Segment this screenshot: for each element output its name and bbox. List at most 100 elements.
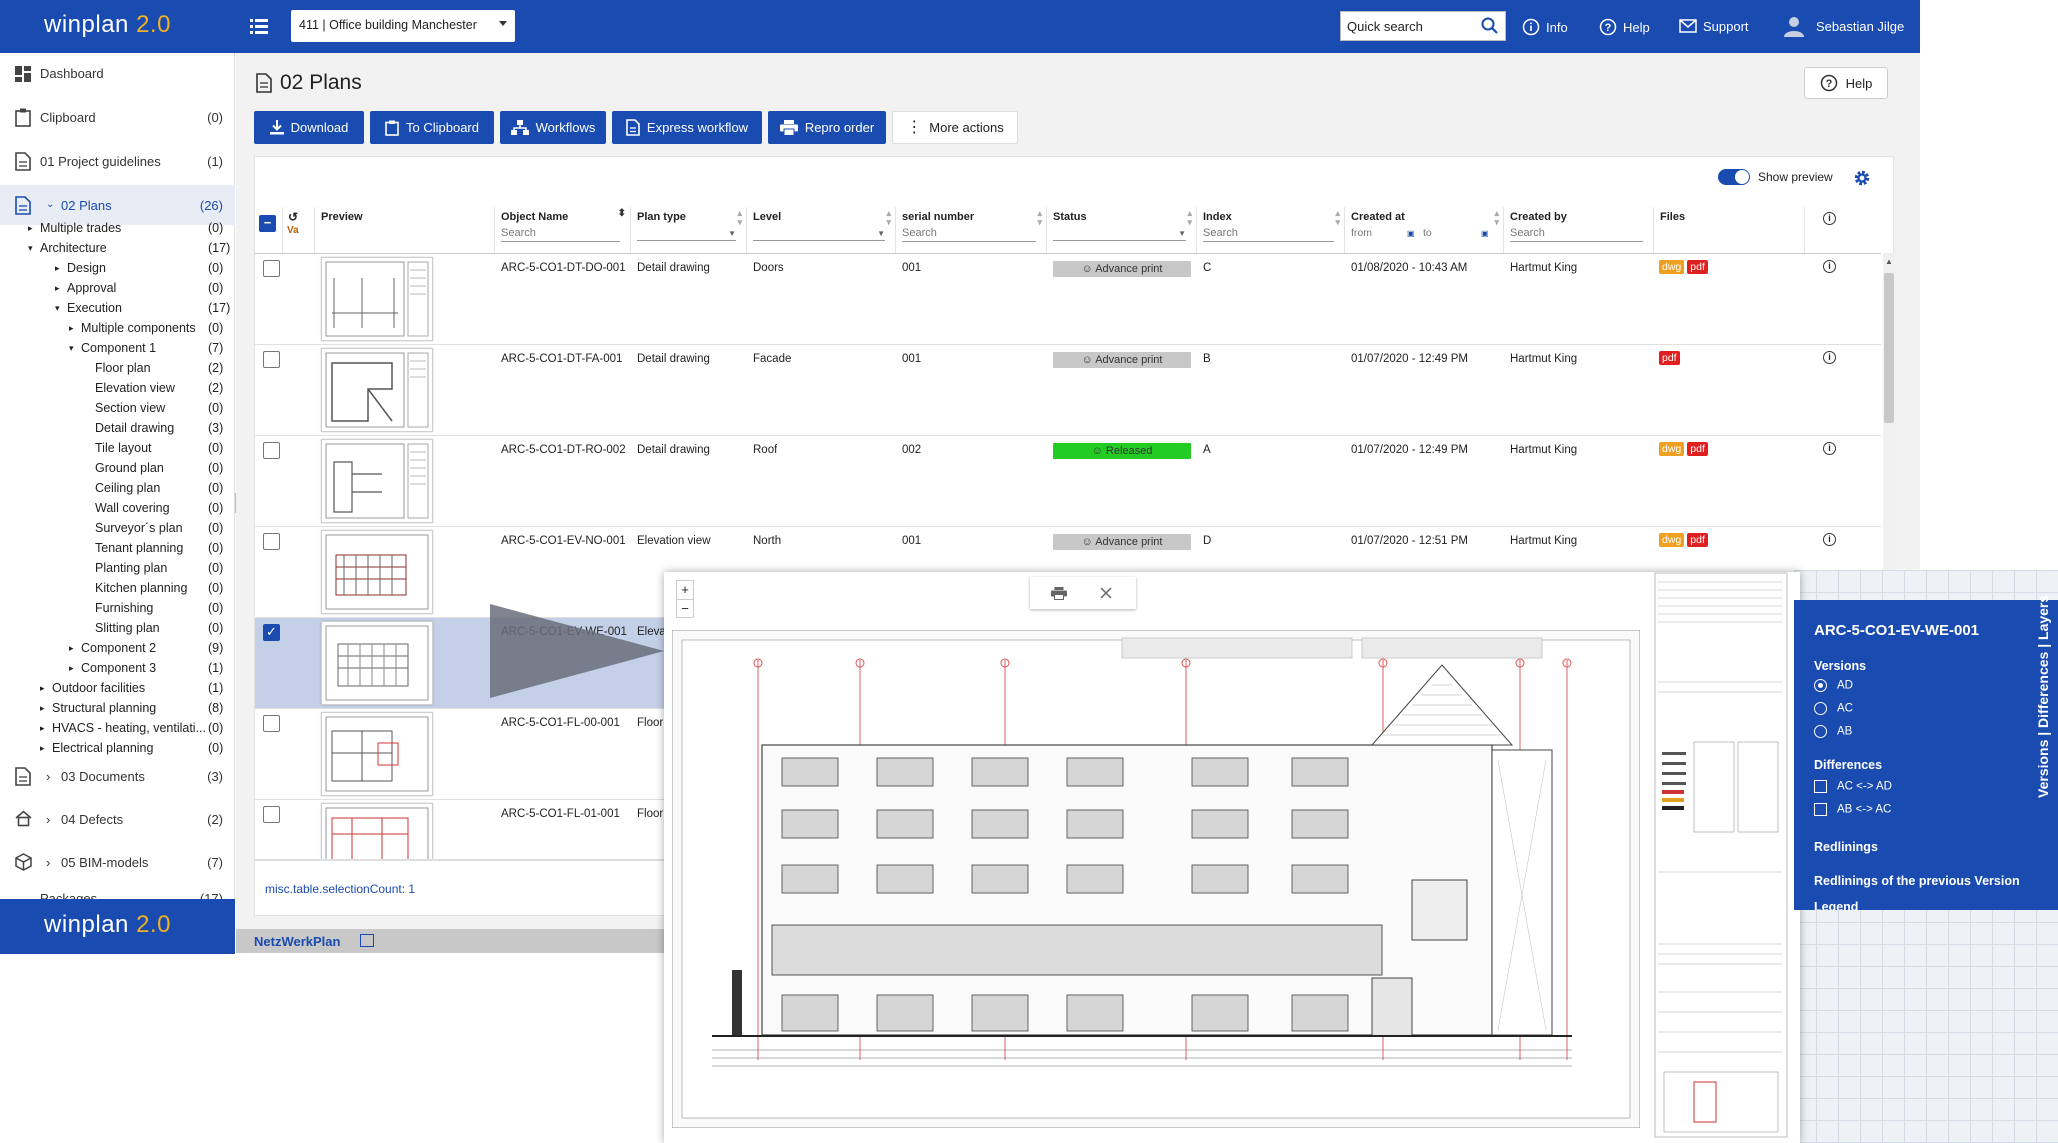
tree-item[interactable]: Wall covering — [95, 499, 170, 517]
created-by-search-input[interactable]: Search — [1510, 227, 1643, 242]
sidebar-item-dashboard[interactable]: Dashboard — [0, 53, 235, 93]
column-header-created-by[interactable]: Created by Search — [1504, 207, 1654, 253]
plan-preview-thumbnail[interactable] — [321, 712, 433, 796]
row-checkbox[interactable] — [263, 533, 280, 550]
tree-item[interactable]: ▸ HVACS - heating, ventilati... — [40, 719, 206, 737]
index-search-input[interactable]: Search — [1203, 227, 1334, 242]
calendar-icon[interactable]: ▣ — [1481, 229, 1489, 238]
close-icon[interactable] — [1100, 587, 1112, 599]
scroll-up-icon[interactable]: ▲ — [1885, 257, 1893, 266]
quick-search-input[interactable]: Quick search — [1340, 11, 1506, 41]
user-menu[interactable]: Sebastian Jilge — [1782, 14, 1904, 38]
table-row[interactable]: ARC-5-CO1-DT-RO-002 Detail drawing Roof … — [255, 436, 1881, 527]
show-preview-toggle[interactable] — [1718, 169, 1750, 185]
plan-type-filter-select[interactable]: ▼ — [637, 227, 736, 241]
dwg-file-badge[interactable]: dwg — [1659, 442, 1685, 456]
more-actions-button[interactable]: ⋮ More actions — [892, 111, 1018, 144]
version-option-ac[interactable]: AC — [1814, 702, 1853, 715]
sidebar-item-packages[interactable]: Packages (17) — [0, 885, 235, 899]
column-header-status[interactable]: Status ▴ ▾ ▼ — [1047, 207, 1197, 253]
sidebar-item-documents[interactable]: › 03 Documents (3) — [0, 756, 235, 796]
to-clipboard-button[interactable]: To Clipboard — [370, 111, 494, 144]
row-checkbox[interactable] — [263, 806, 280, 823]
pdf-file-badge[interactable]: pdf — [1687, 442, 1708, 456]
sort-icon[interactable]: ▴ ▾ — [1187, 209, 1192, 227]
row-checkbox[interactable] — [263, 351, 280, 368]
table-row[interactable]: ARC-5-CO1-DT-DO-001 Detail drawing Doors… — [255, 254, 1881, 345]
sidebar-item-clipboard[interactable]: Clipboard (0) — [0, 97, 235, 137]
info-link[interactable]: Info — [1522, 18, 1568, 36]
sort-icon[interactable]: ▴ ▾ — [1037, 209, 1042, 227]
tree-item[interactable]: ▸ Structural planning — [40, 699, 156, 717]
sidebar-item-guidelines[interactable]: 01 Project guidelines (1) — [0, 141, 235, 181]
tree-item[interactable]: Planting plan — [95, 559, 167, 577]
tree-item[interactable]: ▸ Design — [55, 259, 106, 277]
difference-option[interactable]: AB <-> AC — [1814, 803, 1891, 816]
sort-icon[interactable]: ▴ ▾ — [1494, 209, 1499, 227]
menu-icon[interactable] — [250, 17, 268, 35]
sidebar-item-bim-models[interactable]: › 05 BIM-models (7) — [0, 842, 235, 882]
column-header-preview[interactable]: Preview — [315, 207, 495, 253]
sort-icon[interactable]: ▴ ▾ — [1335, 209, 1340, 227]
tree-item[interactable]: ▾ Architecture — [28, 239, 107, 257]
tree-item[interactable]: Furnishing — [95, 599, 153, 617]
tree-item[interactable]: ▸ Outdoor facilities — [40, 679, 145, 697]
express-workflow-button[interactable]: Express workflow — [612, 111, 762, 144]
tree-item[interactable]: ▸ Multiple trades — [28, 219, 121, 237]
row-info-icon[interactable]: i — [1823, 351, 1836, 364]
sidebar-item-defects[interactable]: › 04 Defects (2) — [0, 799, 235, 839]
calendar-icon[interactable]: ▣ — [1407, 229, 1415, 238]
tree-item[interactable]: Detail drawing — [95, 419, 174, 437]
pdf-file-badge[interactable]: pdf — [1687, 533, 1708, 547]
repro-order-button[interactable]: Repro order — [768, 111, 886, 144]
tree-item[interactable]: ▸ Approval — [55, 279, 116, 297]
tree-item[interactable]: Tenant planning — [95, 539, 183, 557]
serial-search-input[interactable]: Search — [902, 227, 1036, 242]
tree-item[interactable]: Kitchen planning — [95, 579, 187, 597]
column-header-va[interactable]: Va ↺ — [283, 207, 315, 253]
plan-preview-thumbnail[interactable] — [321, 803, 433, 859]
download-button[interactable]: Download — [254, 111, 364, 144]
tree-item[interactable]: Ground plan — [95, 459, 164, 477]
row-info-icon[interactable]: i — [1823, 260, 1836, 273]
tree-item[interactable]: Ceiling plan — [95, 479, 160, 497]
column-header-level[interactable]: Level ▴ ▾ ▼ — [747, 207, 896, 253]
version-option-ad[interactable]: AD — [1814, 679, 1853, 692]
zoom-in-button[interactable]: + — [677, 581, 693, 599]
column-header-plan-type[interactable]: Plan type ▴ ▾ ▼ — [631, 207, 747, 253]
dwg-file-badge[interactable]: dwg — [1659, 260, 1685, 274]
tree-item[interactable]: Surveyor´s plan — [95, 519, 183, 537]
sort-icon[interactable]: ⬍ — [618, 209, 626, 219]
scrollbar-thumb[interactable] — [1884, 273, 1894, 423]
row-checkbox[interactable]: ✓ — [263, 624, 280, 641]
difference-option[interactable]: AC <-> AD — [1814, 780, 1892, 793]
column-header-serial-number[interactable]: serial number ▴ ▾ Search — [896, 207, 1047, 253]
row-checkbox[interactable] — [263, 442, 280, 459]
tree-item[interactable]: ▸ Component 3 — [69, 659, 156, 677]
footer-logo[interactable]: winplan 2.0 — [44, 911, 171, 939]
tree-item[interactable]: Floor plan — [95, 359, 151, 377]
column-header-index[interactable]: Index ▴ ▾ Search — [1197, 207, 1345, 253]
level-filter-select[interactable]: ▼ — [753, 227, 885, 241]
column-header-created-at[interactable]: Created at ▴ ▾ from ▣ to ▣ — [1345, 207, 1504, 253]
sort-icon[interactable]: ▴ ▾ — [886, 209, 891, 227]
help-link[interactable]: ? Help — [1599, 18, 1650, 36]
vertical-tabs[interactable]: Versions | Differences | Layers — [2028, 595, 2058, 910]
search-icon[interactable] — [1481, 17, 1499, 38]
redlinings-previous-toggle[interactable]: Redlinings of the previous Version — [1814, 874, 2020, 888]
zoom-out-button[interactable]: − — [677, 599, 693, 617]
tree-item[interactable]: ▸ Electrical planning — [40, 739, 153, 757]
plan-preview-thumbnail[interactable] — [321, 257, 433, 341]
printer-icon[interactable] — [1051, 587, 1067, 600]
support-link[interactable]: Support — [1679, 18, 1749, 34]
project-select[interactable]: 411 | Office building Manchester — [291, 10, 515, 42]
plan-preview-thumbnail[interactable] — [321, 621, 433, 705]
help-button[interactable]: ? Help — [1804, 67, 1888, 99]
app-logo[interactable]: winplan 2.0 — [44, 11, 171, 39]
column-header-object-name[interactable]: Object Name ⬍ Search — [495, 207, 631, 253]
pdf-file-badge[interactable]: pdf — [1687, 260, 1708, 274]
pdf-file-badge[interactable]: pdf — [1659, 351, 1680, 365]
table-row[interactable]: ARC-5-CO1-DT-FA-001 Detail drawing Facad… — [255, 345, 1881, 436]
tree-item[interactable]: Tile layout — [95, 439, 152, 457]
plan-preview-thumbnail[interactable] — [321, 530, 433, 614]
